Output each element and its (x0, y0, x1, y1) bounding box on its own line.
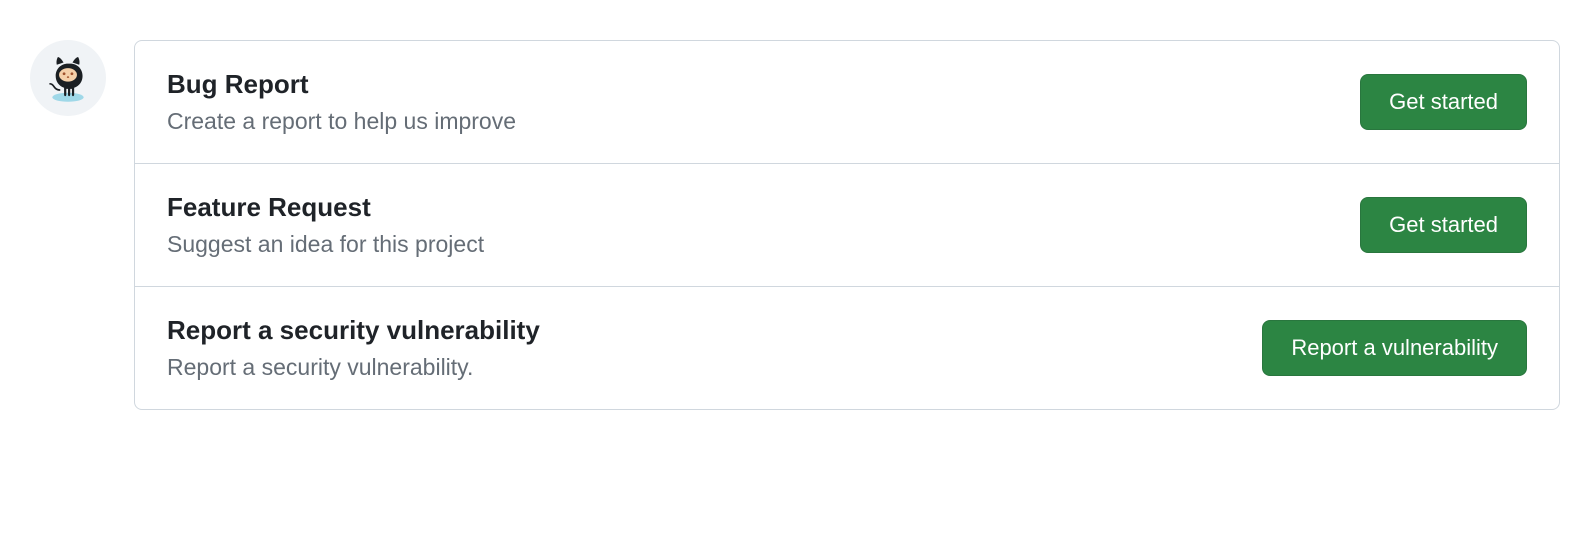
template-list: Bug Report Create a report to help us im… (134, 40, 1560, 410)
template-row-feature-request: Feature Request Suggest an idea for this… (135, 164, 1559, 287)
template-description: Create a report to help us improve (167, 108, 516, 135)
template-row-security-vulnerability: Report a security vulnerability Report a… (135, 287, 1559, 409)
template-title: Bug Report (167, 69, 516, 100)
template-info: Bug Report Create a report to help us im… (167, 69, 516, 135)
template-row-bug-report: Bug Report Create a report to help us im… (135, 41, 1559, 164)
avatar (30, 40, 106, 116)
report-vulnerability-button[interactable]: Report a vulnerability (1262, 320, 1527, 376)
octocat-icon (40, 48, 96, 109)
template-info: Report a security vulnerability Report a… (167, 315, 540, 381)
template-description: Report a security vulnerability. (167, 354, 540, 381)
template-description: Suggest an idea for this project (167, 231, 484, 258)
get-started-button[interactable]: Get started (1360, 197, 1527, 253)
issue-template-chooser: Bug Report Create a report to help us im… (30, 40, 1560, 410)
get-started-button[interactable]: Get started (1360, 74, 1527, 130)
template-info: Feature Request Suggest an idea for this… (167, 192, 484, 258)
template-title: Feature Request (167, 192, 484, 223)
template-title: Report a security vulnerability (167, 315, 540, 346)
